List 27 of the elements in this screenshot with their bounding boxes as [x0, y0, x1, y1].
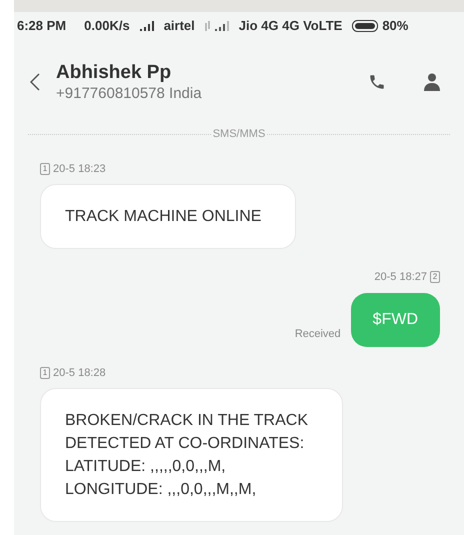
message-text: $FWD	[372, 310, 418, 330]
battery-icon	[352, 20, 378, 32]
sim-badge: 1	[40, 366, 50, 379]
timestamp: 20-5 18:28	[53, 366, 106, 380]
message-text: LONGITUDE: ,,,0,0,,,M,,M,	[65, 480, 258, 500]
phone-icon[interactable]	[368, 73, 386, 91]
back-icon[interactable]	[30, 73, 40, 91]
clock-text: 6:28 PM	[17, 17, 66, 36]
carrier-text: airtel	[164, 17, 195, 36]
message-text: DETECTED AT CO-ORDINATES:	[65, 434, 306, 454]
carrier-text: Jio 4G 4G VoLTE	[238, 17, 342, 36]
contact-name: Abhishek Pp	[56, 60, 172, 84]
signal-icon	[140, 21, 154, 31]
phone-number: +917760810578 India	[56, 84, 203, 104]
battery-text: 80%	[382, 17, 408, 36]
delivery-status: Received	[294, 327, 341, 342]
timestamp: 20-5 18:23	[53, 162, 106, 176]
timestamp: 20-5 18:27	[374, 270, 427, 285]
sim-badge: 1	[40, 162, 50, 175]
signal-icon	[204, 21, 229, 31]
message-text: TRACK MACHINE ONLINE	[65, 207, 262, 227]
message-text: BROKEN/CRACK IN THE TRACK	[65, 411, 308, 431]
channel-label: SMS/MMS	[212, 127, 266, 142]
message-text: LATITUDE: ,,,,,0,0,,,M,	[65, 457, 227, 477]
contact-icon[interactable]	[424, 73, 440, 91]
speed-text: 0.00K/s	[84, 17, 130, 36]
sim-badge: 2	[430, 271, 440, 284]
